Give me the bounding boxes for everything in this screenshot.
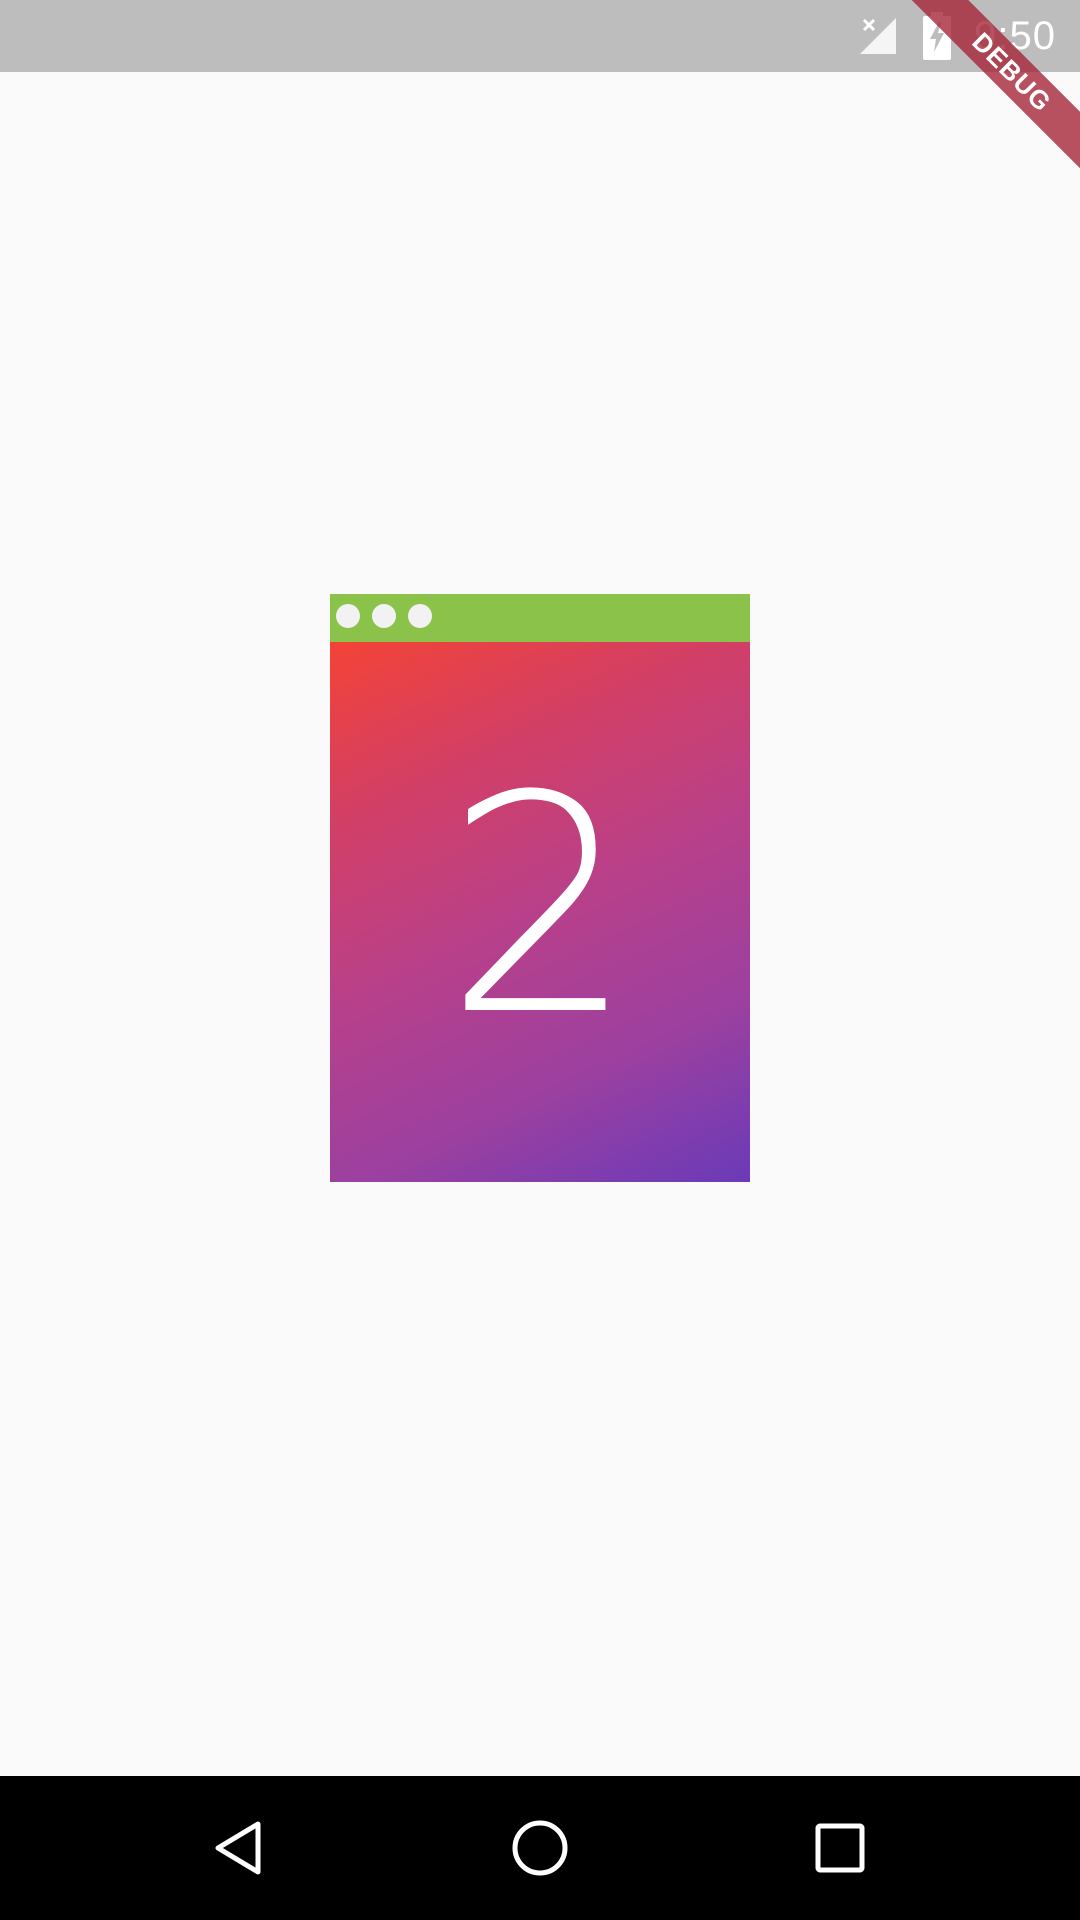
card-number: 2	[444, 732, 636, 1081]
window-dot-icon	[336, 604, 360, 628]
card-title-bar	[330, 594, 750, 642]
status-clock: 9:50	[974, 13, 1056, 58]
card-body: 2	[330, 642, 750, 1182]
number-card[interactable]: 2	[330, 594, 750, 1182]
back-icon	[215, 1821, 261, 1875]
home-icon	[512, 1820, 568, 1876]
recents-icon	[815, 1823, 865, 1873]
battery-charging-icon	[923, 12, 952, 60]
window-dot-icon	[408, 604, 432, 628]
status-bar: 9:50	[0, 0, 1080, 72]
recents-button[interactable]	[792, 1800, 888, 1896]
back-button[interactable]	[192, 1800, 288, 1896]
signal-off-icon	[860, 18, 897, 54]
window-dot-icon	[372, 604, 396, 628]
status-icons: 9:50	[856, 0, 1056, 72]
home-button[interactable]	[492, 1800, 588, 1896]
navigation-bar	[0, 1776, 1080, 1920]
app-screen: 9:50 DEBUG 2	[0, 0, 1080, 1920]
